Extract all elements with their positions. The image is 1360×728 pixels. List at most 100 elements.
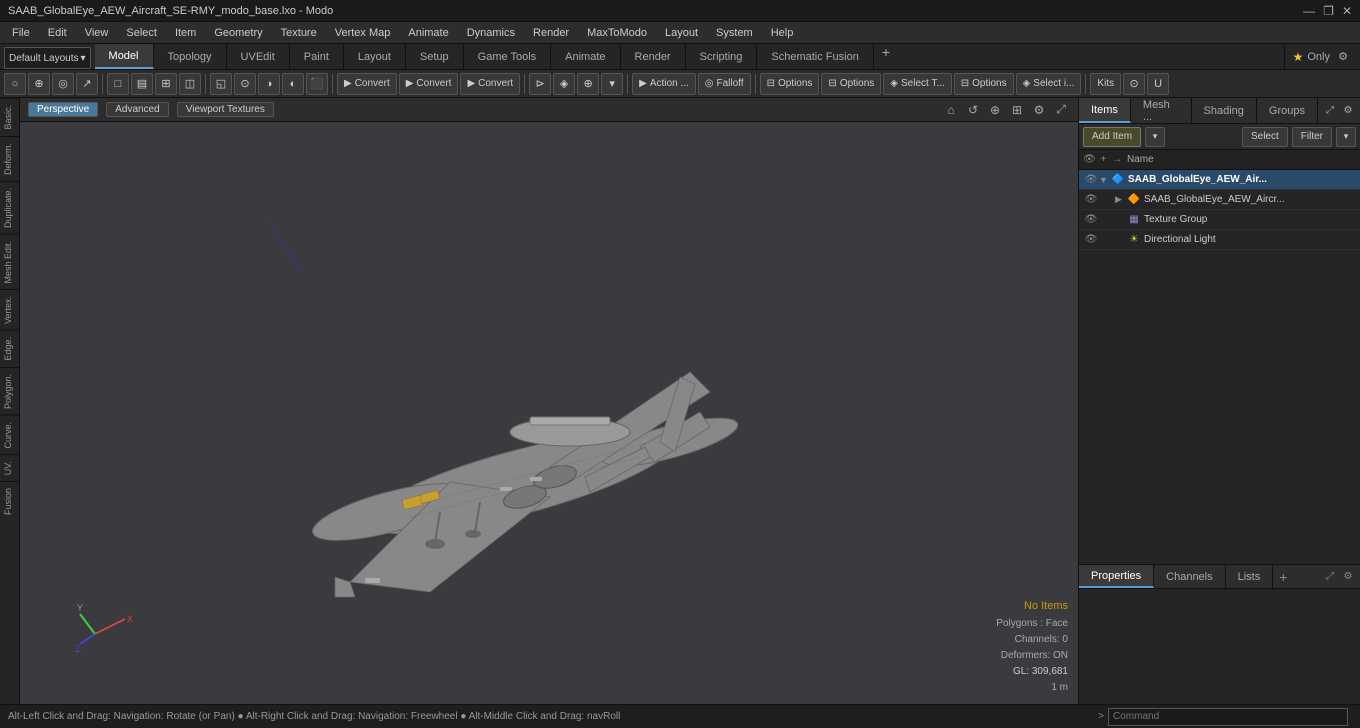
sidebar-tab-curve[interactable]: Curve. xyxy=(0,415,19,455)
menu-edit[interactable]: Edit xyxy=(40,25,75,41)
sidebar-tab-duplicate[interactable]: Duplicate. xyxy=(0,181,19,234)
tab-animate[interactable]: Animate xyxy=(551,44,620,69)
viewport-icon-refresh[interactable]: ↺ xyxy=(964,101,982,119)
row-eye-icon[interactable]: 👁 xyxy=(1083,172,1099,188)
select-button[interactable]: ◈ Select i... xyxy=(1016,73,1082,95)
toolbar-icon-16[interactable]: ⊕ xyxy=(577,73,599,95)
sidebar-tab-deform[interactable]: Deform. xyxy=(0,136,19,181)
list-item[interactable]: 👁 ▼ 🔷 SAAB_GlobalEye_AEW_Air... xyxy=(1079,170,1360,190)
gear-icon[interactable]: ⚙ xyxy=(1334,48,1352,66)
menu-texture[interactable]: Texture xyxy=(273,25,325,41)
menu-geometry[interactable]: Geometry xyxy=(206,25,270,41)
viewport-icon-home[interactable]: ⌂ xyxy=(942,101,960,119)
sidebar-tab-basic[interactable]: Basic. xyxy=(0,98,19,136)
toolbar-icon-10[interactable]: ⊙ xyxy=(234,73,256,95)
col-arrow-icon[interactable]: → xyxy=(1111,152,1123,168)
select-button[interactable]: Select xyxy=(1242,127,1288,147)
list-item[interactable]: 👁 ▶ 🔶 SAAB_GlobalEye_AEW_Aircr... xyxy=(1079,190,1360,210)
viewport-3d[interactable]: X Y Z No Items Polygons : Face Channels:… xyxy=(20,122,1078,704)
toolbar-icon-4[interactable]: ↗ xyxy=(76,73,98,95)
add-item-button[interactable]: Add Item xyxy=(1083,127,1141,147)
toolbar-icon-13[interactable]: ⬛ xyxy=(306,73,328,95)
sidebar-tab-edge[interactable]: Edge. xyxy=(0,330,19,367)
select-t-button[interactable]: ◈ Select T... xyxy=(883,73,951,95)
rpanel-icon-lock[interactable]: ⤢ xyxy=(1322,103,1338,119)
toolbar-icon-6[interactable]: ▤ xyxy=(131,73,153,95)
menu-view[interactable]: View xyxy=(77,25,117,41)
toolbar-icon-7[interactable]: ⊞ xyxy=(155,73,177,95)
menu-render[interactable]: Render xyxy=(525,25,577,41)
filter-button[interactable]: Filter xyxy=(1292,127,1332,147)
toolbar-icon-9[interactable]: ◱ xyxy=(210,73,232,95)
advanced-button[interactable]: Advanced xyxy=(106,102,168,117)
close-button[interactable]: ✕ xyxy=(1342,4,1352,18)
toolbar-icon-15[interactable]: ◈ xyxy=(553,73,575,95)
viewport-icon-grid[interactable]: ⊞ xyxy=(1008,101,1026,119)
add-tab-button[interactable]: + xyxy=(874,44,898,69)
only-label[interactable]: Only xyxy=(1307,51,1330,63)
sidebar-tab-vertex[interactable]: Vertex. xyxy=(0,289,19,330)
row-eye-icon[interactable]: 👁 xyxy=(1083,232,1099,248)
kits-button[interactable]: Kits xyxy=(1090,73,1121,95)
falloff-button[interactable]: ◎ Falloff xyxy=(698,73,751,95)
rpanel-tab-shading[interactable]: Shading xyxy=(1192,98,1257,123)
titlebar-controls[interactable]: — ❐ ✕ xyxy=(1303,4,1352,18)
col-add-icon[interactable]: + xyxy=(1098,152,1110,168)
options-button-2[interactable]: ⊟ Options xyxy=(821,73,881,95)
bpanel-tab-properties[interactable]: Properties xyxy=(1079,565,1154,588)
toolbar-icon-12[interactable]: ◐ xyxy=(282,73,304,95)
row-eye-icon[interactable]: 👁 xyxy=(1083,212,1099,228)
add-item-dropdown[interactable]: ▾ xyxy=(1145,127,1165,147)
menu-dynamics[interactable]: Dynamics xyxy=(459,25,523,41)
menu-item[interactable]: Item xyxy=(167,25,204,41)
menu-maxtomodo[interactable]: MaxToModo xyxy=(579,25,655,41)
convert-button-1[interactable]: ▶ Convert xyxy=(337,73,397,95)
list-item[interactable]: 👁 ▶ ▦ Texture Group xyxy=(1079,210,1360,230)
sidebar-tab-uv[interactable]: UV. xyxy=(0,454,19,481)
sidebar-tab-fusion[interactable]: Fusion xyxy=(0,481,19,521)
tab-model[interactable]: Model xyxy=(95,44,154,69)
tab-gametools[interactable]: Game Tools xyxy=(464,44,552,69)
toolbar-icon-1[interactable]: ○ xyxy=(4,73,26,95)
layout-dropdown[interactable]: Default Layouts ▾ xyxy=(4,47,91,69)
row-expand-icon[interactable]: ▼ xyxy=(1099,175,1111,185)
tab-uvedit[interactable]: UVEdit xyxy=(227,44,290,69)
row-expand-icon[interactable]: ▶ xyxy=(1115,234,1127,245)
rpanel-tab-mesh[interactable]: Mesh ... xyxy=(1131,98,1192,123)
menu-system[interactable]: System xyxy=(708,25,761,41)
toolbar-icon-11[interactable]: ◑ xyxy=(258,73,280,95)
menu-select[interactable]: Select xyxy=(118,25,165,41)
menu-file[interactable]: File xyxy=(4,25,38,41)
tab-setup[interactable]: Setup xyxy=(406,44,464,69)
tab-topology[interactable]: Topology xyxy=(154,44,227,69)
tab-schematic[interactable]: Schematic Fusion xyxy=(757,44,873,69)
toolbar-icon-17[interactable]: ⊙ xyxy=(1123,73,1145,95)
viewport-icon-lock[interactable]: ⤢ xyxy=(1052,101,1070,119)
rpanel-tab-items[interactable]: Items xyxy=(1079,98,1131,123)
toolbar-icon-18[interactable]: U xyxy=(1147,73,1169,95)
tab-paint[interactable]: Paint xyxy=(290,44,344,69)
sidebar-tab-meshedit[interactable]: Mesh Edit. xyxy=(0,234,19,290)
menu-vertexmap[interactable]: Vertex Map xyxy=(327,25,399,41)
toolbar-icon-dropdown[interactable]: ▾ xyxy=(601,73,623,95)
tab-scripting[interactable]: Scripting xyxy=(686,44,758,69)
maximize-button[interactable]: ❐ xyxy=(1323,4,1334,18)
viewport-icon-zoom[interactable]: ⊕ xyxy=(986,101,1004,119)
minimize-button[interactable]: — xyxy=(1303,4,1315,18)
toolbar-icon-5[interactable]: □ xyxy=(107,73,129,95)
bpanel-icon-lock[interactable]: ⤢ xyxy=(1322,569,1338,585)
rpanel-tab-groups[interactable]: Groups xyxy=(1257,98,1318,123)
action-button[interactable]: ▶ Action ... xyxy=(632,73,696,95)
options-button-1[interactable]: ⊟ Options xyxy=(760,73,820,95)
bpanel-add-tab[interactable]: + xyxy=(1273,565,1293,588)
row-eye-icon[interactable]: 👁 xyxy=(1083,192,1099,208)
toolbar-icon-3[interactable]: ◎ xyxy=(52,73,74,95)
row-expand-icon[interactable]: ▶ xyxy=(1115,214,1127,225)
bpanel-tab-channels[interactable]: Channels xyxy=(1154,565,1225,588)
filter-dropdown[interactable]: ▾ xyxy=(1336,127,1356,147)
items-list[interactable]: 👁 ▼ 🔷 SAAB_GlobalEye_AEW_Air... 👁 ▶ 🔶 SA… xyxy=(1079,170,1360,564)
options-button-3[interactable]: ⊟ Options xyxy=(954,73,1014,95)
sidebar-tab-polygon[interactable]: Polygon. xyxy=(0,367,19,415)
viewport-textures-button[interactable]: Viewport Textures xyxy=(177,102,274,117)
rpanel-icon-settings[interactable]: ⚙ xyxy=(1340,103,1356,119)
